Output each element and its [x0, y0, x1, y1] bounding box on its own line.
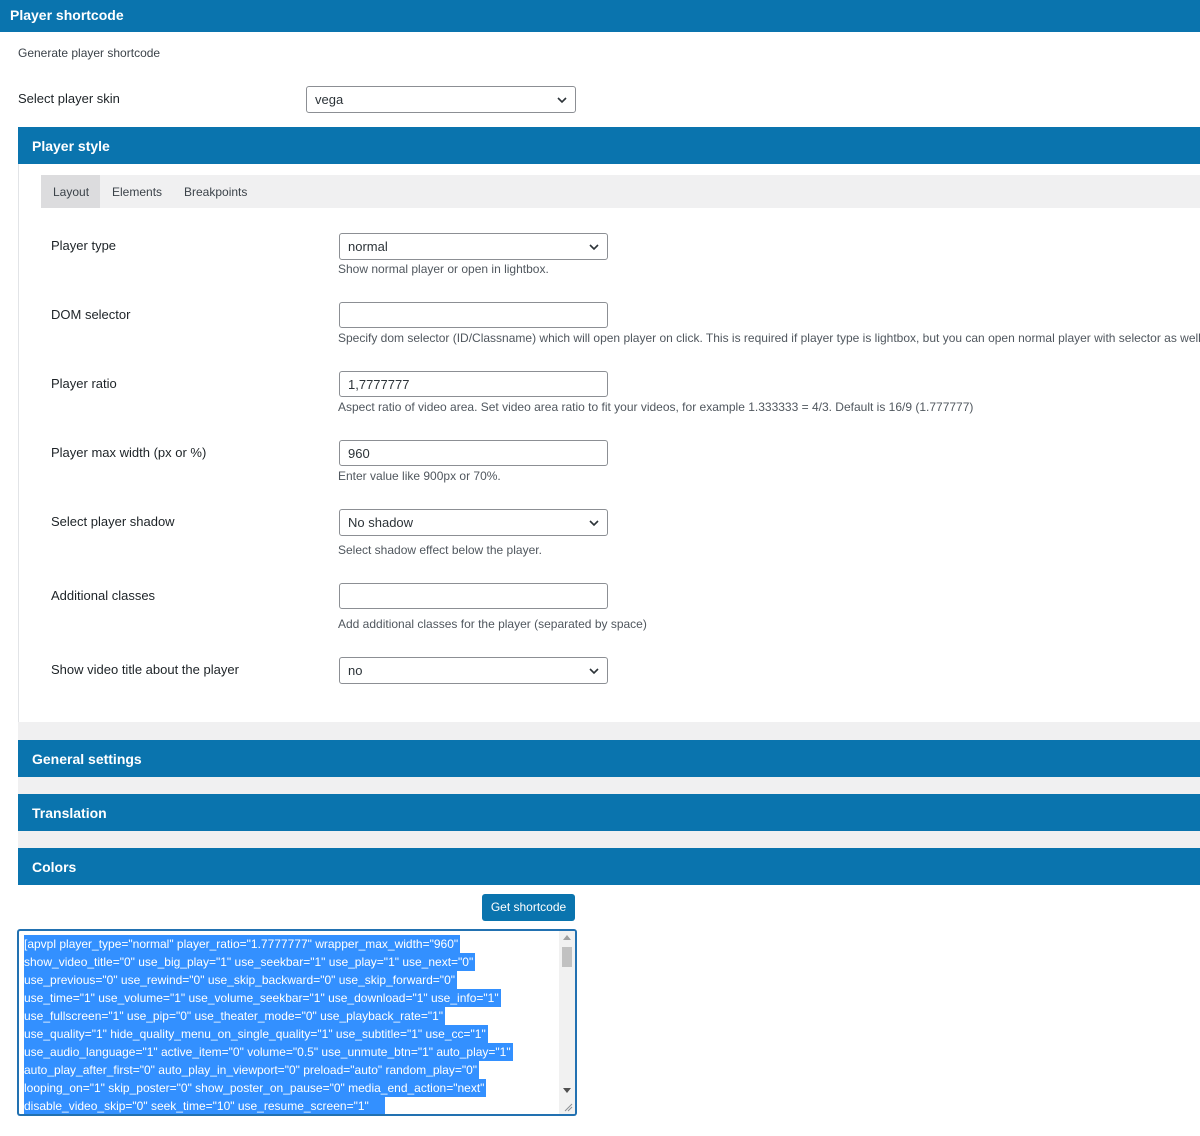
- player-type-value: normal: [348, 239, 388, 254]
- shortcode-line: use_audio_language="1" active_item="0" v…: [24, 1043, 513, 1061]
- player-style-header[interactable]: Player style: [18, 127, 1200, 164]
- player-type-select[interactable]: normal: [339, 233, 608, 260]
- dom-selector-label: DOM selector: [51, 307, 131, 322]
- chevron-down-icon: [589, 244, 599, 251]
- show-title-select[interactable]: no: [339, 657, 608, 684]
- shortcode-line: show_video_title="0" use_big_play="1" us…: [24, 953, 476, 971]
- dom-selector-input[interactable]: [339, 302, 608, 328]
- tab-elements-label: Elements: [112, 185, 163, 199]
- tab-layout[interactable]: Layout: [41, 175, 100, 208]
- tab-elements[interactable]: Elements: [100, 175, 174, 208]
- tab-breakpoints-label: Breakpoints: [184, 185, 248, 199]
- shadow-select[interactable]: No shadow: [339, 509, 608, 536]
- chevron-down-icon: [589, 668, 599, 675]
- colors-header[interactable]: Colors: [18, 848, 1200, 885]
- textarea-scrollbar[interactable]: [559, 931, 575, 1114]
- tab-breakpoints[interactable]: Breakpoints: [172, 175, 259, 208]
- page-title: Player shortcode: [10, 7, 124, 23]
- translation-title: Translation: [32, 805, 107, 821]
- max-width-hint: Enter value like 900px or 70%.: [338, 469, 501, 483]
- get-shortcode-label: Get shortcode: [490, 900, 567, 914]
- general-settings-title: General settings: [32, 751, 142, 767]
- page-subtitle: Generate player shortcode: [18, 46, 161, 60]
- dom-selector-hint: Specify dom selector (ID/Classname) whic…: [338, 331, 1200, 345]
- chevron-down-icon: [557, 97, 567, 104]
- shortcode-line: disable_video_skip="0" seek_time="10" us…: [24, 1097, 385, 1114]
- classes-hint: Add additional classes for the player (s…: [338, 617, 647, 631]
- shortcode-line: use_time="1" use_volume="1" use_volume_s…: [24, 989, 501, 1007]
- section-divider: [18, 777, 1200, 795]
- section-divider: [18, 831, 1200, 849]
- shortcode-line: use_quality="1" hide_quality_menu_on_sin…: [24, 1025, 488, 1043]
- player-style-title: Player style: [32, 138, 110, 154]
- shortcode-line: [apvpl player_type="normal" player_ratio…: [24, 935, 461, 953]
- scrollbar-thumb[interactable]: [562, 947, 572, 967]
- shadow-hint: Select shadow effect below the player.: [338, 543, 542, 557]
- show-title-label: Show video title about the player: [51, 662, 239, 677]
- scroll-up-icon[interactable]: [563, 935, 571, 940]
- max-width-input[interactable]: 960: [339, 440, 608, 466]
- player-ratio-hint: Aspect ratio of video area. Set video ar…: [338, 400, 974, 414]
- resize-grip-icon[interactable]: [563, 1102, 573, 1112]
- skin-select[interactable]: vega: [306, 86, 576, 113]
- shortcode-line: use_previous="0" use_rewind="0" use_skip…: [24, 971, 457, 989]
- shortcode-line: use_fullscreen="1" use_pip="0" use_theat…: [24, 1007, 446, 1025]
- max-width-label: Player max width (px or %): [51, 445, 207, 460]
- player-ratio-label: Player ratio: [51, 376, 117, 391]
- shadow-value: No shadow: [348, 515, 414, 530]
- shadow-label: Select player shadow: [51, 514, 175, 529]
- player-style-footer: [18, 722, 1200, 740]
- get-shortcode-button[interactable]: Get shortcode: [482, 894, 575, 921]
- player-ratio-input[interactable]: 1,7777777: [339, 371, 608, 397]
- skin-label: Select player skin: [18, 91, 120, 106]
- shortcode-line: auto_play_after_first="0" auto_play_in_v…: [24, 1061, 480, 1079]
- general-settings-header[interactable]: General settings: [18, 740, 1200, 777]
- colors-title: Colors: [32, 859, 77, 875]
- scroll-down-icon[interactable]: [563, 1088, 571, 1093]
- player-type-label: Player type: [51, 238, 117, 253]
- max-width-value: 960: [348, 446, 370, 461]
- skin-select-value: vega: [315, 92, 344, 107]
- classes-label: Additional classes: [51, 588, 156, 603]
- shortcode-text: [apvpl player_type="normal" player_ratio…: [24, 935, 556, 1114]
- player-style-tabs: Layout Elements Breakpoints: [41, 175, 1200, 208]
- page-header: Player shortcode: [0, 0, 1200, 32]
- translation-header[interactable]: Translation: [18, 794, 1200, 831]
- classes-input[interactable]: [339, 583, 608, 609]
- tab-layout-label: Layout: [53, 185, 90, 199]
- show-title-value: no: [348, 663, 363, 678]
- shortcode-textarea[interactable]: [apvpl player_type="normal" player_ratio…: [18, 930, 576, 1115]
- player-type-hint: Show normal player or open in lightbox.: [338, 262, 549, 276]
- player-ratio-value: 1,7777777: [348, 377, 410, 392]
- shortcode-line: looping_on="1" skip_poster="0" show_post…: [24, 1079, 487, 1097]
- chevron-down-icon: [589, 520, 599, 527]
